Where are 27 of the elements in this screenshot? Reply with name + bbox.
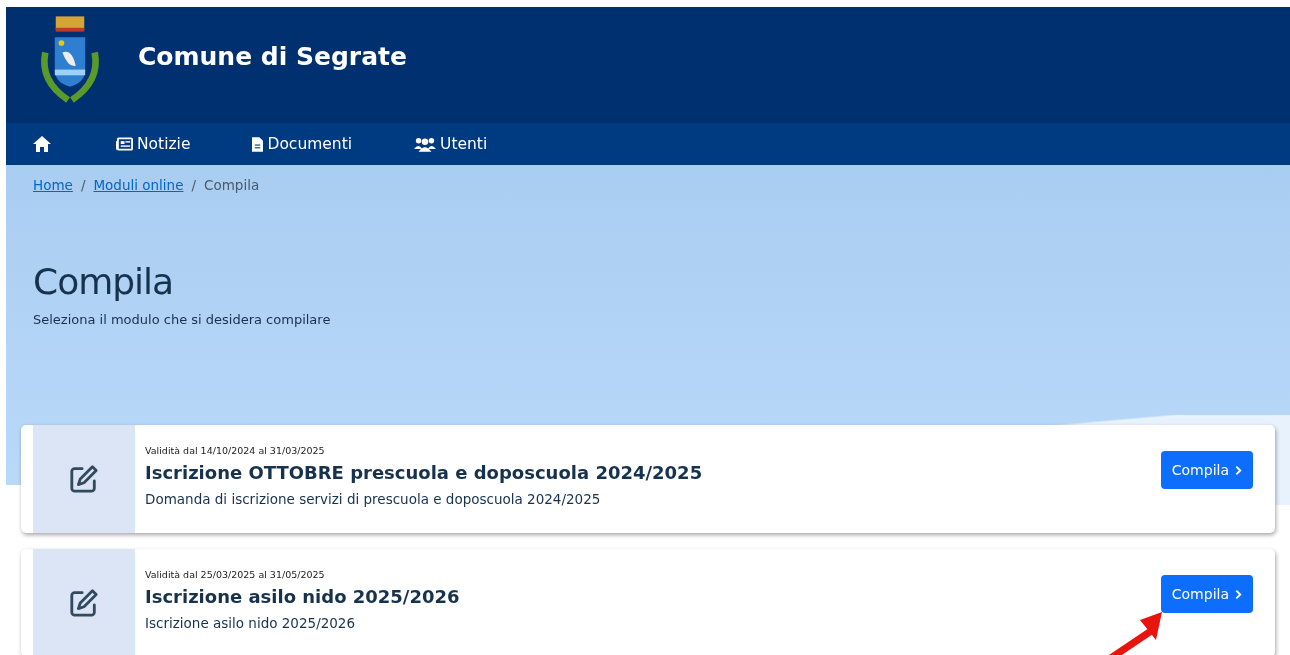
edit-icon [69, 464, 99, 494]
newspaper-icon [116, 137, 133, 151]
nav-link[interactable]: Documenti [267, 135, 353, 153]
form-description: Domanda di iscrizione servizi di prescuola e doposcuola 2024/2025 [145, 491, 602, 507]
form-description: Iscrizione asilo nido 2025/2026 [145, 615, 357, 631]
validity-dates: Validità dal 14/10/2024 al 31/03/2025 [145, 445, 326, 456]
breadcrumb-separator: / [80, 177, 86, 193]
breadcrumb-link[interactable]: Moduli online [93, 177, 184, 193]
form-title: Iscrizione asilo nido 2025/2026 [145, 586, 461, 607]
compila-button[interactable]: Compila [1160, 575, 1253, 613]
chevron-right-icon [1235, 588, 1242, 600]
site-title[interactable]: Comune di Segrate [138, 41, 407, 71]
page-subtitle: Seleziona il modulo che si desidera compilare [33, 312, 332, 327]
chevron-right-icon [1235, 464, 1242, 476]
document-icon [252, 136, 264, 152]
breadcrumb-separator: / [191, 177, 196, 193]
nav-link[interactable]: Notizie [137, 135, 191, 153]
page-title: Compila [33, 261, 175, 302]
nav-link[interactable]: Utenti [440, 135, 488, 153]
home-icon [32, 135, 52, 153]
validity-dates: Validità dal 25/03/2025 al 31/05/2025 [145, 569, 326, 580]
users-icon [414, 136, 437, 152]
breadcrumb-current: Compila [204, 177, 260, 193]
compila-button[interactable]: Compila [1160, 451, 1253, 489]
form-title: Iscrizione OTTOBRE prescuola e doposcuola 2024/2025 [145, 462, 704, 483]
home-link[interactable] [32, 135, 52, 153]
edit-icon [69, 588, 99, 618]
